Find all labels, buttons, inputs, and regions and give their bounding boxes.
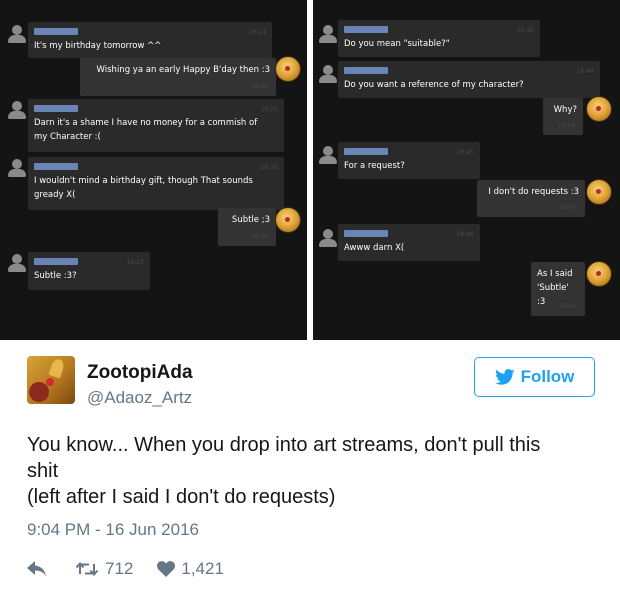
user-avatar-icon: [6, 158, 28, 180]
message-text: Subtle ;3: [231, 215, 270, 225]
message-time: 16:27: [126, 259, 144, 266]
user-avatar-icon: [317, 64, 339, 86]
tweet-timestamp[interactable]: 9:04 PM - 16 Jun 2016: [27, 520, 199, 540]
user-avatar-icon: [317, 24, 339, 46]
follow-button[interactable]: Follow: [474, 357, 595, 397]
message-text: Subtle :3?: [34, 271, 77, 281]
chat-message: 16:25 I wouldn't mind a birthday gift, t…: [28, 157, 284, 210]
message-text: Why?: [553, 105, 577, 115]
retweet-icon: [75, 561, 99, 577]
chat-message: Subtle ;3 16:26: [218, 208, 276, 246]
chat-message: 16:46 Awww darn X(: [338, 224, 480, 261]
chat-screenshot-right: 16:35 Do you mean "suitable?" 16:44 Do y…: [313, 0, 620, 340]
chat-message: As I said 'Subtle' :3 16:47: [531, 262, 585, 316]
message-text: I wouldn't mind a birthday gift, though …: [34, 176, 253, 200]
username-redacted: [344, 67, 388, 74]
username-redacted: [34, 105, 78, 112]
display-name[interactable]: ZootopiAda: [87, 362, 193, 384]
chat-message: 16:35 Do you mean "suitable?": [338, 20, 540, 57]
message-time: 16:46: [456, 231, 474, 238]
username-redacted: [34, 163, 78, 170]
message-time: 16:26: [250, 233, 268, 240]
chat-message: Why? 16:44: [543, 98, 583, 135]
message-text: Wishing ya an early Happy B'day then :3: [96, 65, 270, 75]
user-avatar-icon: [6, 24, 28, 46]
message-time: 16:35: [516, 27, 534, 34]
message-time: 16:45: [456, 149, 474, 156]
message-time: 16:24: [248, 29, 266, 36]
message-text: It's my birthday tomorrow ^^: [34, 41, 162, 51]
like-button[interactable]: 1,421: [157, 559, 224, 579]
reply-button[interactable]: [27, 561, 47, 577]
message-time: 16:44: [557, 122, 575, 129]
username-redacted: [34, 258, 78, 265]
tweet-text: You know... When you drop into art strea…: [27, 432, 597, 510]
username-redacted: [34, 28, 78, 35]
username-redacted: [344, 26, 388, 33]
sender-avatar-icon: [275, 56, 301, 82]
username-redacted: [344, 230, 388, 237]
chat-message: I don't do requests :3 16:45: [477, 180, 585, 217]
message-text: Do you mean "suitable?": [344, 39, 450, 49]
message-time: 16:25: [250, 83, 268, 90]
chat-message: 16:25 Darn it's a shame I have no money …: [28, 99, 284, 152]
chat-message: 16:27 Subtle :3?: [28, 252, 150, 290]
follow-label: Follow: [520, 367, 575, 386]
user-avatar-icon: [6, 253, 28, 275]
sender-avatar-icon: [586, 261, 612, 287]
message-text: Darn it's a shame I have no money for a …: [34, 118, 258, 142]
tweet-text-line: (left after I said I don't do requests): [27, 486, 336, 508]
chat-message: 16:45 For a request?: [338, 142, 480, 179]
sender-avatar-icon: [586, 96, 612, 122]
message-time: 16:25: [260, 164, 278, 171]
user-avatar-icon: [317, 145, 339, 167]
message-time: 16:25: [260, 106, 278, 113]
chat-screenshot-left: 16:24 It's my birthday tomorrow ^^ Wishi…: [0, 0, 307, 340]
message-text: For a request?: [344, 161, 405, 171]
like-count: 1,421: [181, 559, 224, 578]
chat-message: Wishing ya an early Happy B'day then :3 …: [80, 58, 276, 96]
user-handle[interactable]: @Adaoz_Artz: [87, 388, 192, 408]
tweet-actions: 712 1,421: [27, 556, 224, 582]
chat-message: 16:24 It's my birthday tomorrow ^^: [28, 22, 272, 58]
sender-avatar-icon: [586, 179, 612, 205]
message-text: Do you want a reference of my character?: [344, 80, 524, 90]
profile-avatar[interactable]: [27, 356, 75, 404]
twitter-bird-icon: [494, 369, 514, 385]
username-redacted: [344, 148, 388, 155]
sender-avatar-icon: [275, 207, 301, 233]
user-avatar-icon: [6, 100, 28, 122]
message-text: I don't do requests :3: [488, 187, 579, 197]
heart-icon: [157, 561, 176, 577]
message-time: 16:45: [559, 204, 577, 211]
tweet-text-line: shit: [27, 460, 59, 482]
retweet-count: 712: [105, 559, 134, 578]
message-time: 16:44: [576, 68, 594, 75]
message-text: Awww darn X(: [344, 243, 405, 253]
retweet-button[interactable]: 712: [75, 559, 133, 579]
reply-icon: [27, 561, 46, 577]
user-avatar-icon: [317, 228, 339, 250]
chat-message: 16:44 Do you want a reference of my char…: [338, 61, 600, 98]
message-time: 16:47: [559, 303, 577, 310]
tweet-text-line: You know... When you drop into art strea…: [27, 434, 541, 456]
